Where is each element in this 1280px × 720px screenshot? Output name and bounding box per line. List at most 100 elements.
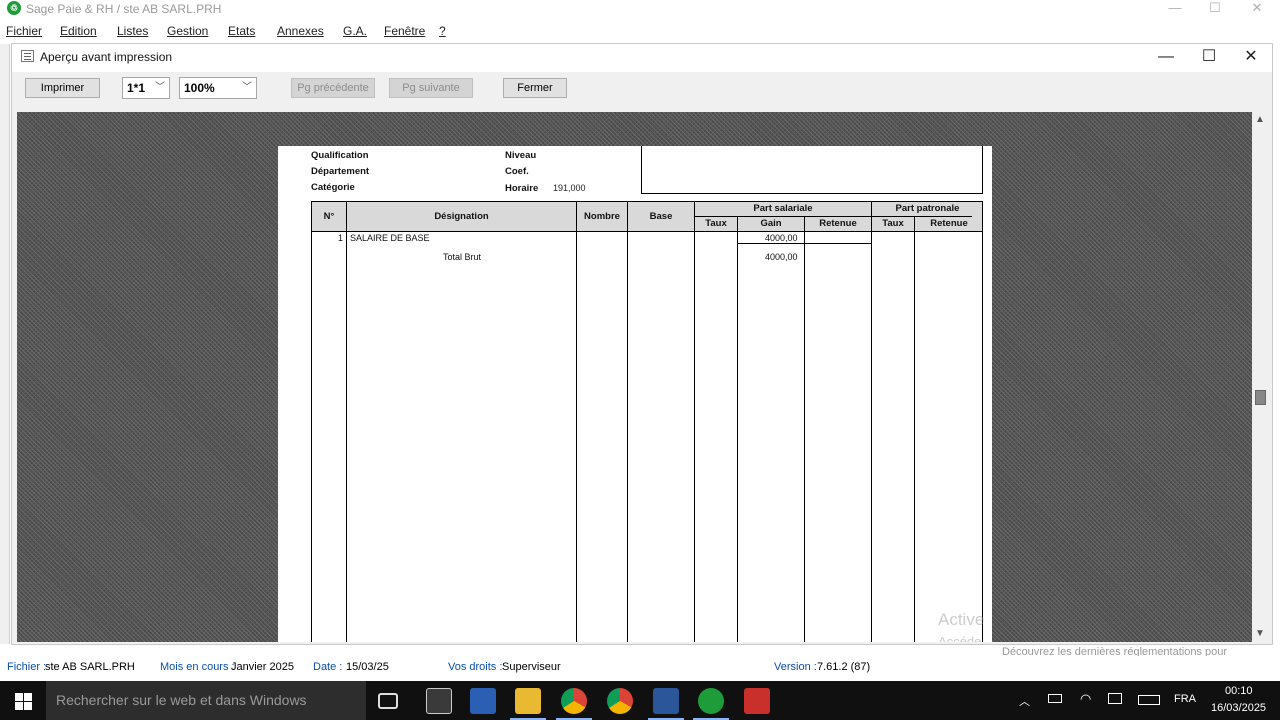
payslip-page: Qualification Niveau Département Coef. C… bbox=[278, 146, 992, 642]
status-fichier-label: Fichier : bbox=[7, 661, 47, 673]
notification-icon[interactable] bbox=[1108, 693, 1122, 704]
mdi-left-edge bbox=[0, 44, 10, 644]
header-gain: Gain bbox=[760, 218, 782, 229]
payslip-table: N° Désignation Nombre Base Part salarial… bbox=[311, 201, 983, 642]
preview-titlebar: Aperçu avant impression — ☐ ✕ bbox=[12, 44, 1272, 72]
status-mois-label: Mois en cours : bbox=[160, 661, 235, 673]
preview-minimize-button[interactable]: — bbox=[1144, 44, 1188, 72]
preview-title: Aperçu avant impression bbox=[40, 50, 173, 64]
task-view-icon[interactable] bbox=[378, 693, 398, 709]
menu-gestion[interactable]: Gestion bbox=[167, 24, 208, 38]
header-retenue-patronale: Retenue bbox=[930, 218, 968, 229]
status-mois-value: Janvier 2025 bbox=[231, 661, 294, 673]
language-indicator[interactable]: FRA bbox=[1174, 693, 1196, 705]
preview-close-button[interactable]: ✕ bbox=[1229, 44, 1273, 72]
col-divider bbox=[804, 217, 805, 642]
print-button[interactable]: Imprimer bbox=[25, 78, 100, 98]
menu-ga[interactable]: G.A. bbox=[343, 24, 367, 38]
row-total-gain: 4000,00 bbox=[765, 252, 798, 262]
gain-row-rule bbox=[738, 243, 872, 244]
remote-desktop-icon[interactable] bbox=[470, 688, 496, 714]
clock-time[interactable]: 00:10 bbox=[1225, 685, 1253, 697]
zoom-select[interactable]: 100% ﹀ bbox=[179, 77, 257, 99]
header-designation: Désignation bbox=[434, 211, 489, 222]
col-divider bbox=[576, 202, 577, 642]
scroll-up-icon[interactable]: ▲ bbox=[1255, 114, 1265, 125]
windows-logo-icon-part bbox=[24, 693, 32, 701]
app-titlebar: ♲ Sage Paie & RH / ste AB SARL.PRH — ☐ ✕ bbox=[0, 0, 1280, 18]
menu-edition[interactable]: Edition bbox=[60, 24, 97, 38]
activation-watermark-line1: Active bbox=[938, 610, 985, 629]
menu-annexes[interactable]: Annexes bbox=[277, 24, 324, 38]
close-preview-button[interactable]: Fermer bbox=[503, 78, 567, 98]
col-divider bbox=[694, 202, 695, 642]
status-date-label: Date : bbox=[313, 661, 343, 673]
employee-info-box bbox=[641, 146, 983, 194]
preview-vertical-scrollbar[interactable]: ▲ ▼ bbox=[1252, 112, 1268, 642]
preview-viewport[interactable]: Qualification Niveau Département Coef. C… bbox=[17, 112, 1252, 642]
pages-per-sheet-value: 1*1 bbox=[127, 81, 146, 95]
menu-bar: Fichier Edition Listes Gestion Etats Ann… bbox=[0, 22, 1280, 42]
wifi-icon[interactable]: ◠ bbox=[1080, 691, 1091, 707]
status-droits-value: Superviseur bbox=[502, 661, 561, 673]
coef-label: Coef. bbox=[505, 166, 529, 177]
chevron-down-icon: ﹀ bbox=[242, 82, 252, 93]
status-version-value: 7.61.2 (87) bbox=[817, 661, 871, 673]
calculator-icon[interactable] bbox=[426, 688, 452, 714]
windows-logo-icon bbox=[15, 693, 23, 701]
scroll-thumb[interactable] bbox=[1255, 390, 1266, 405]
word-icon[interactable] bbox=[653, 688, 679, 714]
chrome-icon[interactable] bbox=[561, 688, 587, 714]
zoom-value: 100% bbox=[184, 81, 215, 95]
menu-fenetre[interactable]: Fenêtre bbox=[384, 24, 425, 38]
header-nombre: Nombre bbox=[584, 211, 620, 222]
windows-logo-icon-part bbox=[24, 702, 32, 710]
header-taux-patronal: Taux bbox=[882, 218, 904, 229]
battery-icon[interactable] bbox=[1048, 694, 1062, 703]
windows-logo-icon-part bbox=[15, 702, 23, 710]
niveau-label: Niveau bbox=[505, 150, 537, 161]
sage-paie-icon[interactable] bbox=[698, 688, 724, 714]
status-version-label: Version : bbox=[774, 661, 817, 673]
header-bottom-rule bbox=[312, 231, 982, 232]
qualification-label: Qualification bbox=[311, 150, 369, 161]
departement-label: Département bbox=[311, 166, 370, 177]
activation-watermark-line3: Découvrez les dernières réglementations … bbox=[1002, 646, 1228, 656]
next-page-button[interactable]: Pg suivante bbox=[389, 78, 473, 98]
start-button[interactable] bbox=[0, 681, 46, 720]
status-date-value: 15/03/25 bbox=[346, 661, 389, 673]
sage-logo-icon: ♲ bbox=[7, 1, 21, 15]
app-close-button[interactable]: ✕ bbox=[1234, 0, 1280, 18]
document-icon bbox=[21, 50, 34, 62]
keyboard-icon[interactable] bbox=[1138, 695, 1160, 705]
pages-per-sheet-select[interactable]: 1*1 ﹀ bbox=[122, 77, 170, 99]
menu-listes[interactable]: Listes bbox=[117, 24, 148, 38]
scroll-down-icon[interactable]: ▼ bbox=[1255, 628, 1265, 639]
col-divider bbox=[346, 202, 347, 642]
preview-maximize-button[interactable]: ☐ bbox=[1187, 44, 1231, 72]
clock-date[interactable]: 16/03/2025 bbox=[1211, 702, 1266, 714]
windows-taskbar: Rechercher sur le web et dans Windows ︿ … bbox=[0, 681, 1280, 720]
tray-chevron-up-icon[interactable]: ︿ bbox=[1019, 693, 1030, 709]
app-maximize-button[interactable]: ☐ bbox=[1192, 0, 1238, 18]
col-divider bbox=[627, 202, 628, 642]
header-base: Base bbox=[649, 211, 673, 222]
chrome-icon[interactable] bbox=[607, 688, 633, 714]
file-explorer-icon[interactable] bbox=[515, 688, 541, 714]
menu-etats[interactable]: Etats bbox=[228, 24, 255, 38]
taskbar-search-box[interactable]: Rechercher sur le web et dans Windows bbox=[46, 681, 366, 720]
status-bar: Fichier : ste AB SARL.PRH Mois en cours … bbox=[0, 658, 1280, 678]
previous-page-button[interactable]: Pg précédente bbox=[291, 78, 375, 98]
status-droits-label: Vos droits : bbox=[448, 661, 503, 673]
menu-fichier[interactable]: Fichier bbox=[6, 24, 42, 38]
row-1-num: 1 bbox=[338, 233, 344, 243]
row-1-designation: SALAIRE DE BASE bbox=[350, 233, 430, 243]
header-retenue-salariale: Retenue bbox=[819, 218, 857, 229]
header-taux-salarial: Taux bbox=[705, 218, 727, 229]
header-num: N° bbox=[323, 211, 335, 222]
chevron-down-icon: ﹀ bbox=[155, 82, 165, 93]
col-divider bbox=[914, 217, 915, 642]
pdf-viewer-icon[interactable] bbox=[744, 688, 770, 714]
menu-help[interactable]: ? bbox=[439, 24, 446, 38]
row-total-designation: Total Brut bbox=[443, 252, 482, 262]
